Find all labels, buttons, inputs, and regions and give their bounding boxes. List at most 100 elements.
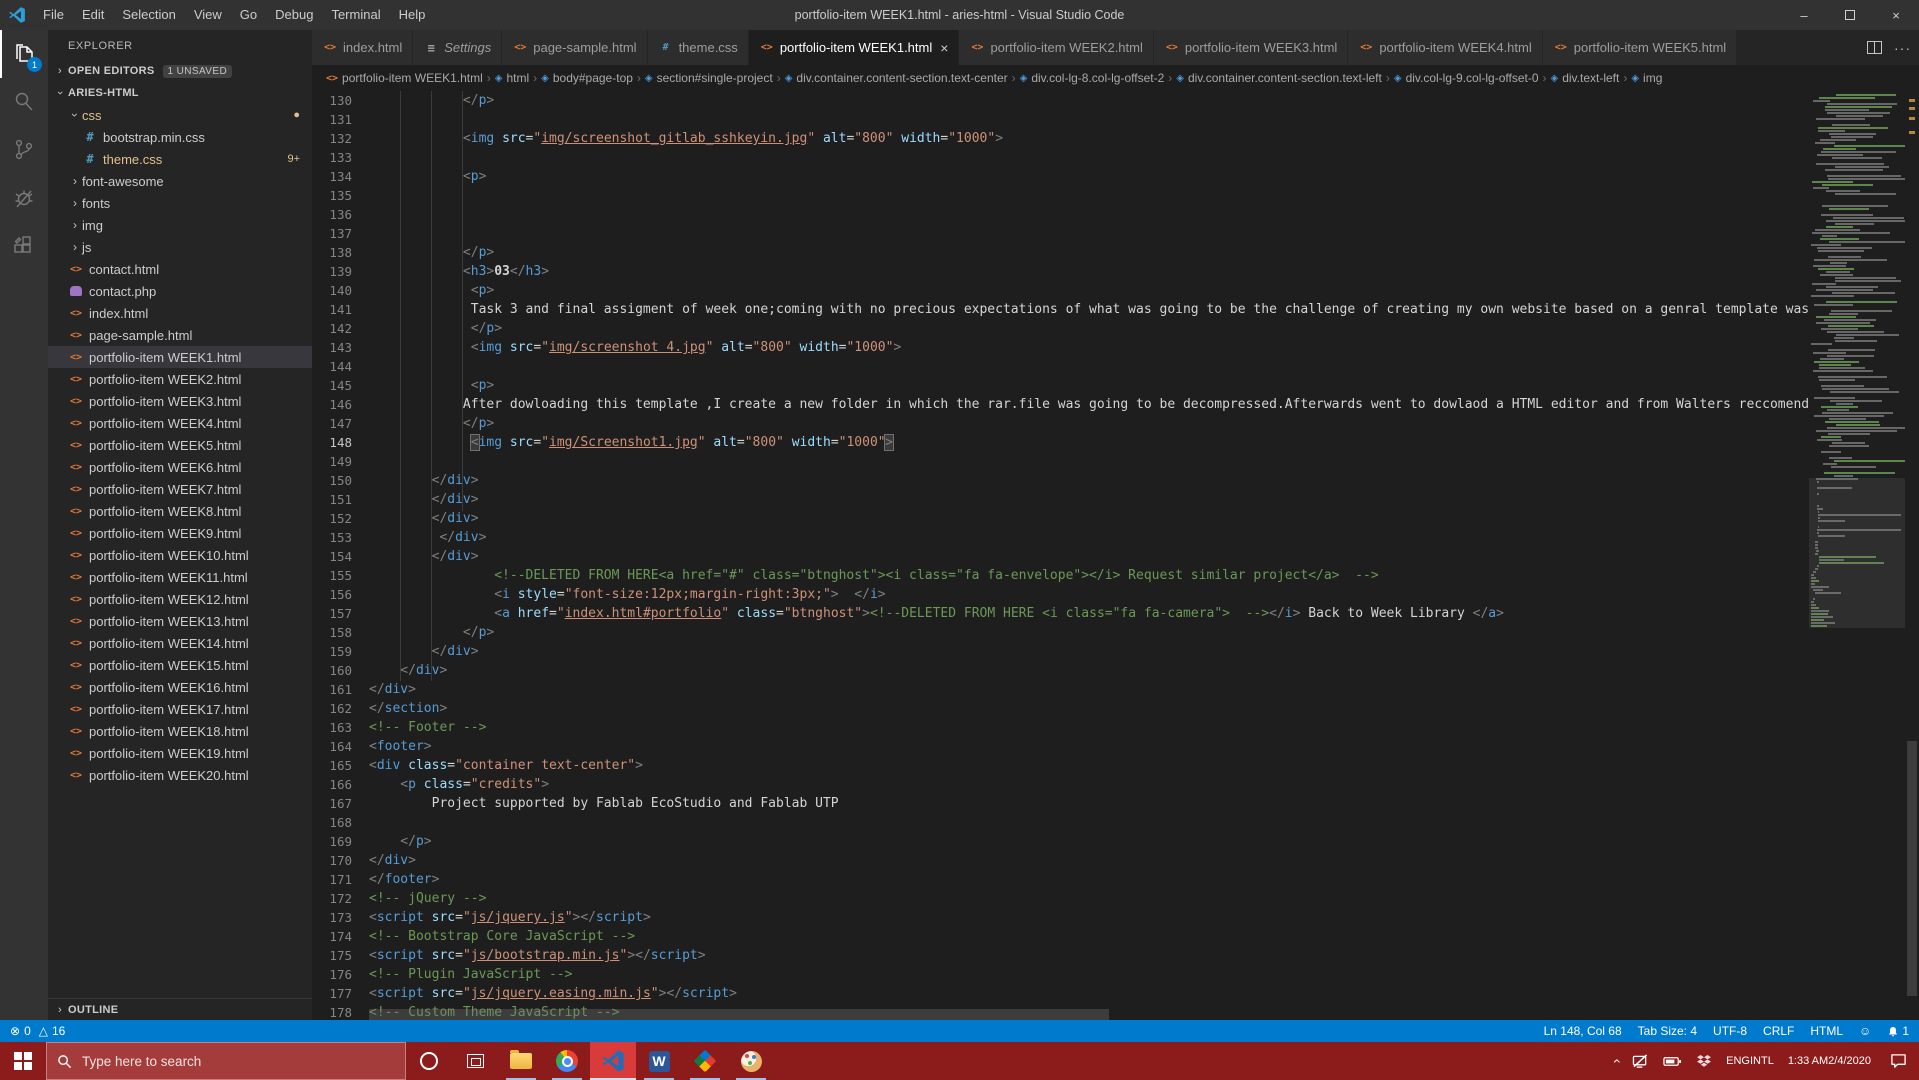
tab-portfolio-item-week4-html[interactable]: <> portfolio-item WEEK4.html: [1348, 30, 1543, 65]
more-actions-icon[interactable]: ···: [1894, 40, 1911, 56]
menu-view[interactable]: View: [185, 0, 231, 30]
file-contact-php[interactable]: contact.php: [48, 280, 312, 302]
search-icon[interactable]: [0, 78, 48, 126]
menu-file[interactable]: File: [34, 0, 73, 30]
file-theme-css[interactable]: # theme.css 9+: [48, 148, 312, 170]
breadcrumb-item[interactable]: ◈ img: [1631, 71, 1662, 85]
code-line-157[interactable]: 157 <a href="index.html#portfolio" class…: [312, 604, 1809, 623]
maximize-button[interactable]: [1827, 0, 1873, 30]
paint-button[interactable]: [728, 1042, 774, 1080]
folder-img[interactable]: › img: [48, 214, 312, 236]
code-line-138[interactable]: 138 </p>: [312, 243, 1809, 262]
code-line-131[interactable]: 131: [312, 110, 1809, 129]
file-index-html[interactable]: <> index.html: [48, 302, 312, 324]
breadcrumb-item[interactable]: ◈ div.text-left: [1551, 71, 1620, 85]
code-line-146[interactable]: 146 After dowloading this template ,I cr…: [312, 395, 1809, 414]
file-portfolio-item-week7-html[interactable]: <> portfolio-item WEEK7.html: [48, 478, 312, 500]
code-line-135[interactable]: 135: [312, 186, 1809, 205]
file-portfolio-item-week13-html[interactable]: <> portfolio-item WEEK13.html: [48, 610, 312, 632]
file-bootstrap-min-css[interactable]: # bootstrap.min.css: [48, 126, 312, 148]
debug-icon[interactable]: [0, 174, 48, 222]
indentation-setting[interactable]: Tab Size: 4: [1638, 1020, 1697, 1042]
minimap[interactable]: [1809, 91, 1915, 1020]
file-portfolio-item-week18-html[interactable]: <> portfolio-item WEEK18.html: [48, 720, 312, 742]
outline-section[interactable]: › OUTLINE: [48, 998, 312, 1020]
code-line-172[interactable]: 172 <!-- jQuery -->: [312, 889, 1809, 908]
code-line-168[interactable]: 168: [312, 813, 1809, 832]
workspace-root-section[interactable]: › ARIES-HTML: [48, 82, 312, 104]
chrome-button[interactable]: [544, 1042, 590, 1080]
code-line-154[interactable]: 154 </div>: [312, 547, 1809, 566]
file-explorer-button[interactable]: [498, 1042, 544, 1080]
code-line-150[interactable]: 150 </div>: [312, 471, 1809, 490]
code-line-155[interactable]: 155 <!--DELETED FROM HERE<a href="#" cla…: [312, 566, 1809, 585]
tab-portfolio-item-week5-html[interactable]: <> portfolio-item WEEK5.html: [1542, 30, 1738, 65]
extensions-icon[interactable]: [0, 222, 48, 270]
code-line-140[interactable]: 140 <p>: [312, 281, 1809, 300]
file-portfolio-item-week3-html[interactable]: <> portfolio-item WEEK3.html: [48, 390, 312, 412]
code-line-143[interactable]: 143 <img src="img/screenshot 4.jpg" alt=…: [312, 338, 1809, 357]
code-line-149[interactable]: 149: [312, 452, 1809, 471]
breadcrumb-item[interactable]: <> portfolio-item WEEK1.html: [326, 71, 483, 85]
file-portfolio-item-week19-html[interactable]: <> portfolio-item WEEK19.html: [48, 742, 312, 764]
file-page-sample-html[interactable]: <> page-sample.html: [48, 324, 312, 346]
tab-index-html[interactable]: <> index.html: [312, 30, 414, 65]
problems-indicator[interactable]: ⊗ 0 △ 16: [10, 1020, 65, 1042]
code-line-159[interactable]: 159 </div>: [312, 642, 1809, 661]
minimap-slider[interactable]: [1809, 478, 1905, 628]
source-control-icon[interactable]: [0, 126, 48, 174]
file-portfolio-item-week17-html[interactable]: <> portfolio-item WEEK17.html: [48, 698, 312, 720]
file-portfolio-item-week9-html[interactable]: <> portfolio-item WEEK9.html: [48, 522, 312, 544]
code-line-148[interactable]: 148 <img src="img/Screenshot1.jpg" alt="…: [312, 433, 1809, 452]
code-line-165[interactable]: 165 <div class="container text-center">: [312, 756, 1809, 775]
code-line-164[interactable]: 164 <footer>: [312, 737, 1809, 756]
code-line-162[interactable]: 162 </section>: [312, 699, 1809, 718]
start-button[interactable]: [0, 1042, 46, 1080]
battery-status[interactable]: [1656, 1042, 1689, 1080]
folder-font-awesome[interactable]: › font-awesome: [48, 170, 312, 192]
menu-selection[interactable]: Selection: [113, 0, 184, 30]
clock[interactable]: 1:33 AM 2/4/2020: [1781, 1042, 1878, 1080]
code-line-145[interactable]: 145 <p>: [312, 376, 1809, 395]
file-contact-html[interactable]: <> contact.html: [48, 258, 312, 280]
code-line-158[interactable]: 158 </p>: [312, 623, 1809, 642]
folder-css[interactable]: › css ●: [48, 104, 312, 126]
code-line-139[interactable]: 139 <h3>03</h3>: [312, 262, 1809, 281]
file-portfolio-item-week11-html[interactable]: <> portfolio-item WEEK11.html: [48, 566, 312, 588]
code-line-141[interactable]: 141 Task 3 and final assigment of week o…: [312, 300, 1809, 319]
language-indicator[interactable]: ENG INTL: [1719, 1042, 1781, 1080]
horizontal-scrollbar[interactable]: [369, 1009, 1109, 1020]
file-portfolio-item-week16-html[interactable]: <> portfolio-item WEEK16.html: [48, 676, 312, 698]
dropbox-status[interactable]: [1689, 1042, 1719, 1080]
network-status[interactable]: [1625, 1042, 1656, 1080]
code-line-137[interactable]: 137: [312, 224, 1809, 243]
code-line-147[interactable]: 147 </p>: [312, 414, 1809, 433]
word-button[interactable]: W: [636, 1042, 682, 1080]
notifications-bell[interactable]: 1: [1887, 1020, 1909, 1042]
file-portfolio-item-week8-html[interactable]: <> portfolio-item WEEK8.html: [48, 500, 312, 522]
code-line-144[interactable]: 144: [312, 357, 1809, 376]
code-line-161[interactable]: 161 </div>: [312, 680, 1809, 699]
file-portfolio-item-week6-html[interactable]: <> portfolio-item WEEK6.html: [48, 456, 312, 478]
code-editor[interactable]: 130 </p> 131 132 <img src="img/screenshot_…: [312, 91, 1919, 1020]
code-line-170[interactable]: 170 </div>: [312, 851, 1809, 870]
code-line-153[interactable]: 153 </div>: [312, 528, 1809, 547]
code-line-151[interactable]: 151 </div>: [312, 490, 1809, 509]
folder-fonts[interactable]: › fonts: [48, 192, 312, 214]
vertical-scrollbar[interactable]: [1905, 91, 1919, 1020]
code-line-134[interactable]: 134 <p>: [312, 167, 1809, 186]
menu-edit[interactable]: Edit: [73, 0, 113, 30]
minimize-button[interactable]: –: [1781, 0, 1827, 30]
taskbar-search-input[interactable]: Type here to search: [46, 1042, 406, 1080]
breadcrumb-item[interactable]: ◈ div.container.content-section.text-left: [1176, 71, 1382, 85]
code-line-163[interactable]: 163 <!-- Footer -->: [312, 718, 1809, 737]
breadcrumb-item[interactable]: ◈ html: [495, 71, 529, 85]
code-line-156[interactable]: 156 <i style="font-size:12px;margin-righ…: [312, 585, 1809, 604]
code-line-142[interactable]: 142 </p>: [312, 319, 1809, 338]
code-line-136[interactable]: 136: [312, 205, 1809, 224]
tab-portfolio-item-week2-html[interactable]: <> portfolio-item WEEK2.html: [959, 30, 1154, 65]
eol-setting[interactable]: CRLF: [1763, 1020, 1794, 1042]
open-editors-section[interactable]: › OPEN EDITORS 1 UNSAVED: [48, 60, 312, 82]
code-line-152[interactable]: 152 </div>: [312, 509, 1809, 528]
tab-page-sample-html[interactable]: <> page-sample.html: [502, 30, 648, 65]
